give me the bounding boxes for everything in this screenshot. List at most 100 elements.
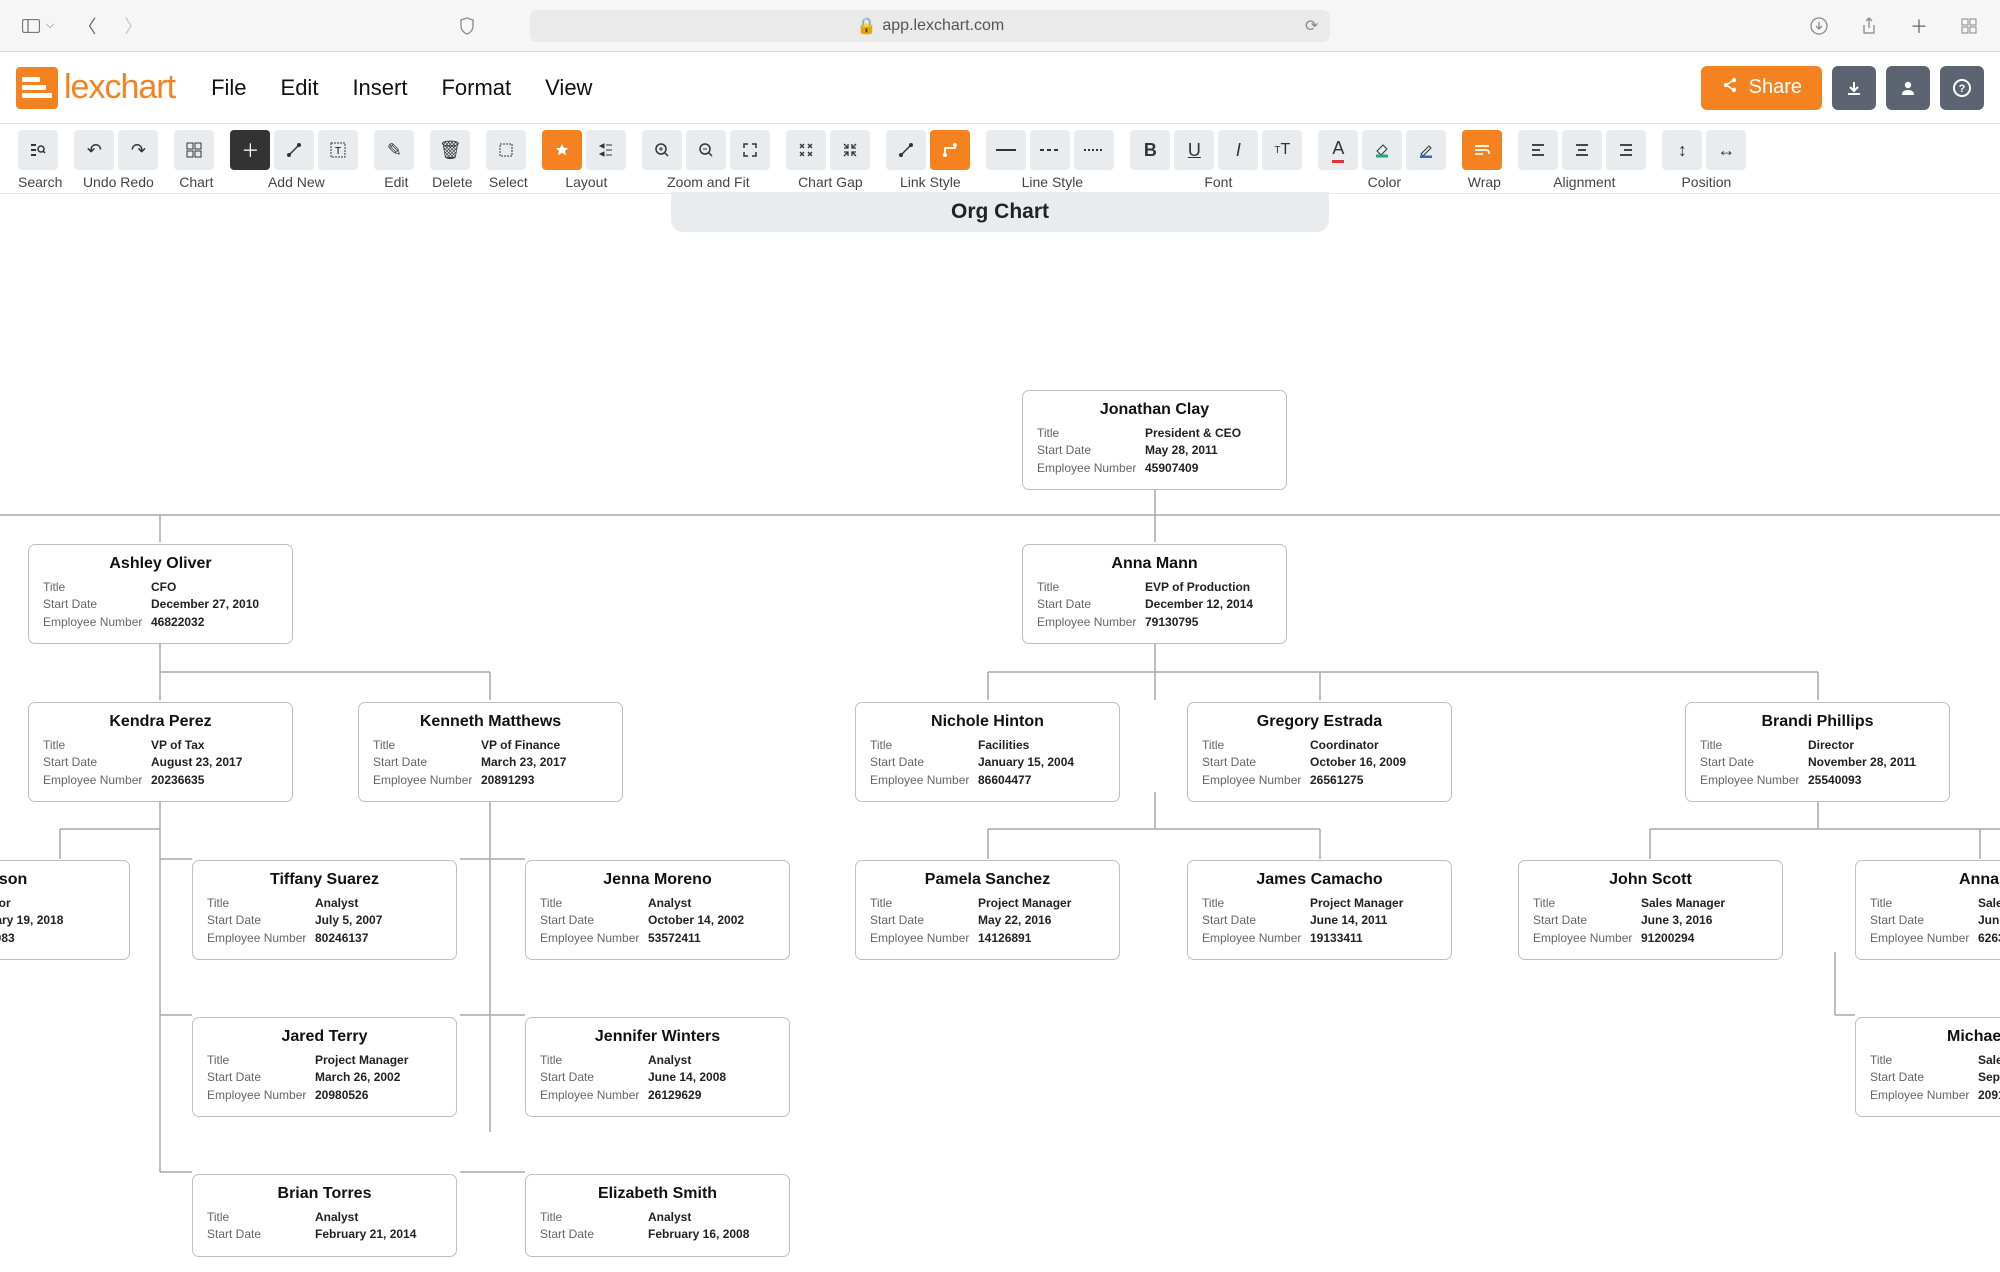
logo-mark-icon [16,67,58,109]
add-link-button[interactable] [274,130,314,170]
menu-insert[interactable]: Insert [352,75,407,101]
org-node[interactable]: Hudson ctor uary 19, 2018 6083 [0,860,130,960]
node-name: Brandi Phillips [1700,713,1935,731]
org-node[interactable]: Jenna Moreno TitleAnalyst Start DateOcto… [525,860,790,960]
textsize-button[interactable]: TT [1262,130,1302,170]
align-left-button[interactable] [1518,130,1558,170]
search-button[interactable] [18,130,58,170]
add-box-button[interactable]: ＋ [230,130,270,170]
url-text: 🔒app.lexchart.com [856,16,1004,36]
org-node[interactable]: Anna O TitleSales Start DateJune Employe… [1855,860,2000,960]
share-icon[interactable] [1858,15,1880,37]
download-icon[interactable] [1808,15,1830,37]
chart-button[interactable] [174,130,214,170]
tb-label-zoomfit: Zoom and Fit [667,174,749,190]
text-color-button[interactable]: A [1318,130,1358,170]
node-name: John Scott [1533,871,1768,889]
org-node[interactable]: Tiffany Suarez TitleAnalyst Start DateJu… [192,860,457,960]
gap-collapse-button[interactable] [830,130,870,170]
node-name: Anna Mann [1037,555,1272,573]
org-node[interactable]: Jared Terry TitleProject Manager Start D… [192,1017,457,1117]
org-node[interactable]: John Scott TitleSales Manager Start Date… [1518,860,1783,960]
align-center-button[interactable] [1562,130,1602,170]
org-node[interactable]: Kendra Perez TitleVP of Tax Start DateAu… [28,702,293,802]
logo[interactable]: lexchart [16,67,175,109]
position-h-button[interactable]: ↔ [1706,130,1746,170]
org-node[interactable]: Brian Torres TitleAnalyst Start DateFebr… [192,1174,457,1257]
node-name: Ashley Oliver [43,555,278,573]
fit-button[interactable] [730,130,770,170]
line-dot-button[interactable] [1074,130,1114,170]
org-node[interactable]: Kenneth Matthews TitleVP of Finance Star… [358,702,623,802]
fill-color-button[interactable] [1362,130,1402,170]
help-button[interactable]: ? [1940,66,1984,110]
undo-button[interactable]: ↶ [74,130,114,170]
org-node[interactable]: Pamela Sanchez TitleProject Manager Star… [855,860,1120,960]
position-v-button[interactable]: ↕ [1662,130,1702,170]
account-button[interactable] [1886,66,1930,110]
node-name: Brian Torres [207,1185,442,1203]
delete-button[interactable]: 🗑 [430,130,470,170]
link-elbow-button[interactable] [930,130,970,170]
tb-label-alignment: Alignment [1553,174,1615,190]
node-name: Jared Terry [207,1028,442,1046]
share-button[interactable]: Share [1701,66,1822,110]
italic-button[interactable]: I [1218,130,1258,170]
link-curve-button[interactable] [886,130,926,170]
menu-format[interactable]: Format [441,75,511,101]
org-node[interactable]: Nichole Hinton TitleFacilities Start Dat… [855,702,1120,802]
url-bar[interactable]: 🔒app.lexchart.com ⟳ [530,10,1330,42]
org-node[interactable]: Jennifer Winters TitleAnalyst Start Date… [525,1017,790,1117]
redo-button[interactable]: ↷ [118,130,158,170]
toolbar: Search ↶↷Undo Redo Chart ＋TAdd New ✎Edit… [0,124,2000,194]
tb-label-select: Select [489,174,528,190]
zoom-in-button[interactable] [642,130,682,170]
chevron-down-icon[interactable]: ⌵ [46,19,54,32]
gap-expand-button[interactable] [786,130,826,170]
layout-button[interactable] [586,130,626,170]
org-node[interactable]: Anna Mann TitleEVP of Production Start D… [1022,544,1287,644]
node-name: Tiffany Suarez [207,871,442,889]
underline-button[interactable]: U [1174,130,1214,170]
tb-label-layout: Layout [565,174,607,190]
new-tab-icon[interactable]: ＋ [1908,15,1930,37]
tb-label-undoredo: Undo Redo [83,174,154,190]
tb-label-linestyle: Line Style [1022,174,1083,190]
wrap-button[interactable] [1462,130,1502,170]
org-node[interactable]: Ashley Oliver TitleCFO Start DateDecembe… [28,544,293,644]
back-icon[interactable]: 〈 [76,15,98,37]
line-solid-button[interactable] [986,130,1026,170]
org-node[interactable]: Elizabeth Smith TitleAnalyst Start DateF… [525,1174,790,1257]
menu-file[interactable]: File [211,75,246,101]
select-button[interactable] [486,130,526,170]
org-node[interactable]: James Camacho TitleProject Manager Start… [1187,860,1452,960]
lock-icon: 🔒 [856,16,876,36]
node-name: Hudson [0,871,115,889]
menu-view[interactable]: View [545,75,592,101]
sidebar-toggle-icon[interactable] [20,15,42,37]
tb-label-addnew: Add New [268,174,325,190]
align-right-button[interactable] [1606,130,1646,170]
edit-button[interactable]: ✎ [374,130,414,170]
org-node[interactable]: Gregory Estrada TitleCoordinator Start D… [1187,702,1452,802]
org-node[interactable]: Michael Je TitleSales Start DateSepte Em… [1855,1017,2000,1117]
menu-edit[interactable]: Edit [281,75,319,101]
bold-button[interactable]: B [1130,130,1170,170]
refresh-icon[interactable]: ⟳ [1305,16,1318,36]
tb-label-delete: Delete [432,174,472,190]
download-button[interactable] [1832,66,1876,110]
zoom-out-button[interactable] [686,130,726,170]
shield-icon[interactable] [456,15,478,37]
org-node[interactable]: Brandi Phillips TitleDirector Start Date… [1685,702,1950,802]
line-dash-button[interactable] [1030,130,1070,170]
tabs-grid-icon[interactable] [1958,15,1980,37]
share-arrow-icon [1721,76,1739,100]
auto-layout-button[interactable] [542,130,582,170]
org-node[interactable]: Jonathan Clay TitlePresident & CEO Start… [1022,390,1287,490]
tab-orgchart[interactable]: Org Chart [671,192,1329,232]
logo-text: lexchart [64,68,175,107]
border-color-button[interactable] [1406,130,1446,170]
tb-label-chartgap: Chart Gap [798,174,863,190]
add-text-button[interactable]: T [318,130,358,170]
canvas[interactable]: Jonathan Clay TitlePresident & CEO Start… [0,232,2000,1272]
